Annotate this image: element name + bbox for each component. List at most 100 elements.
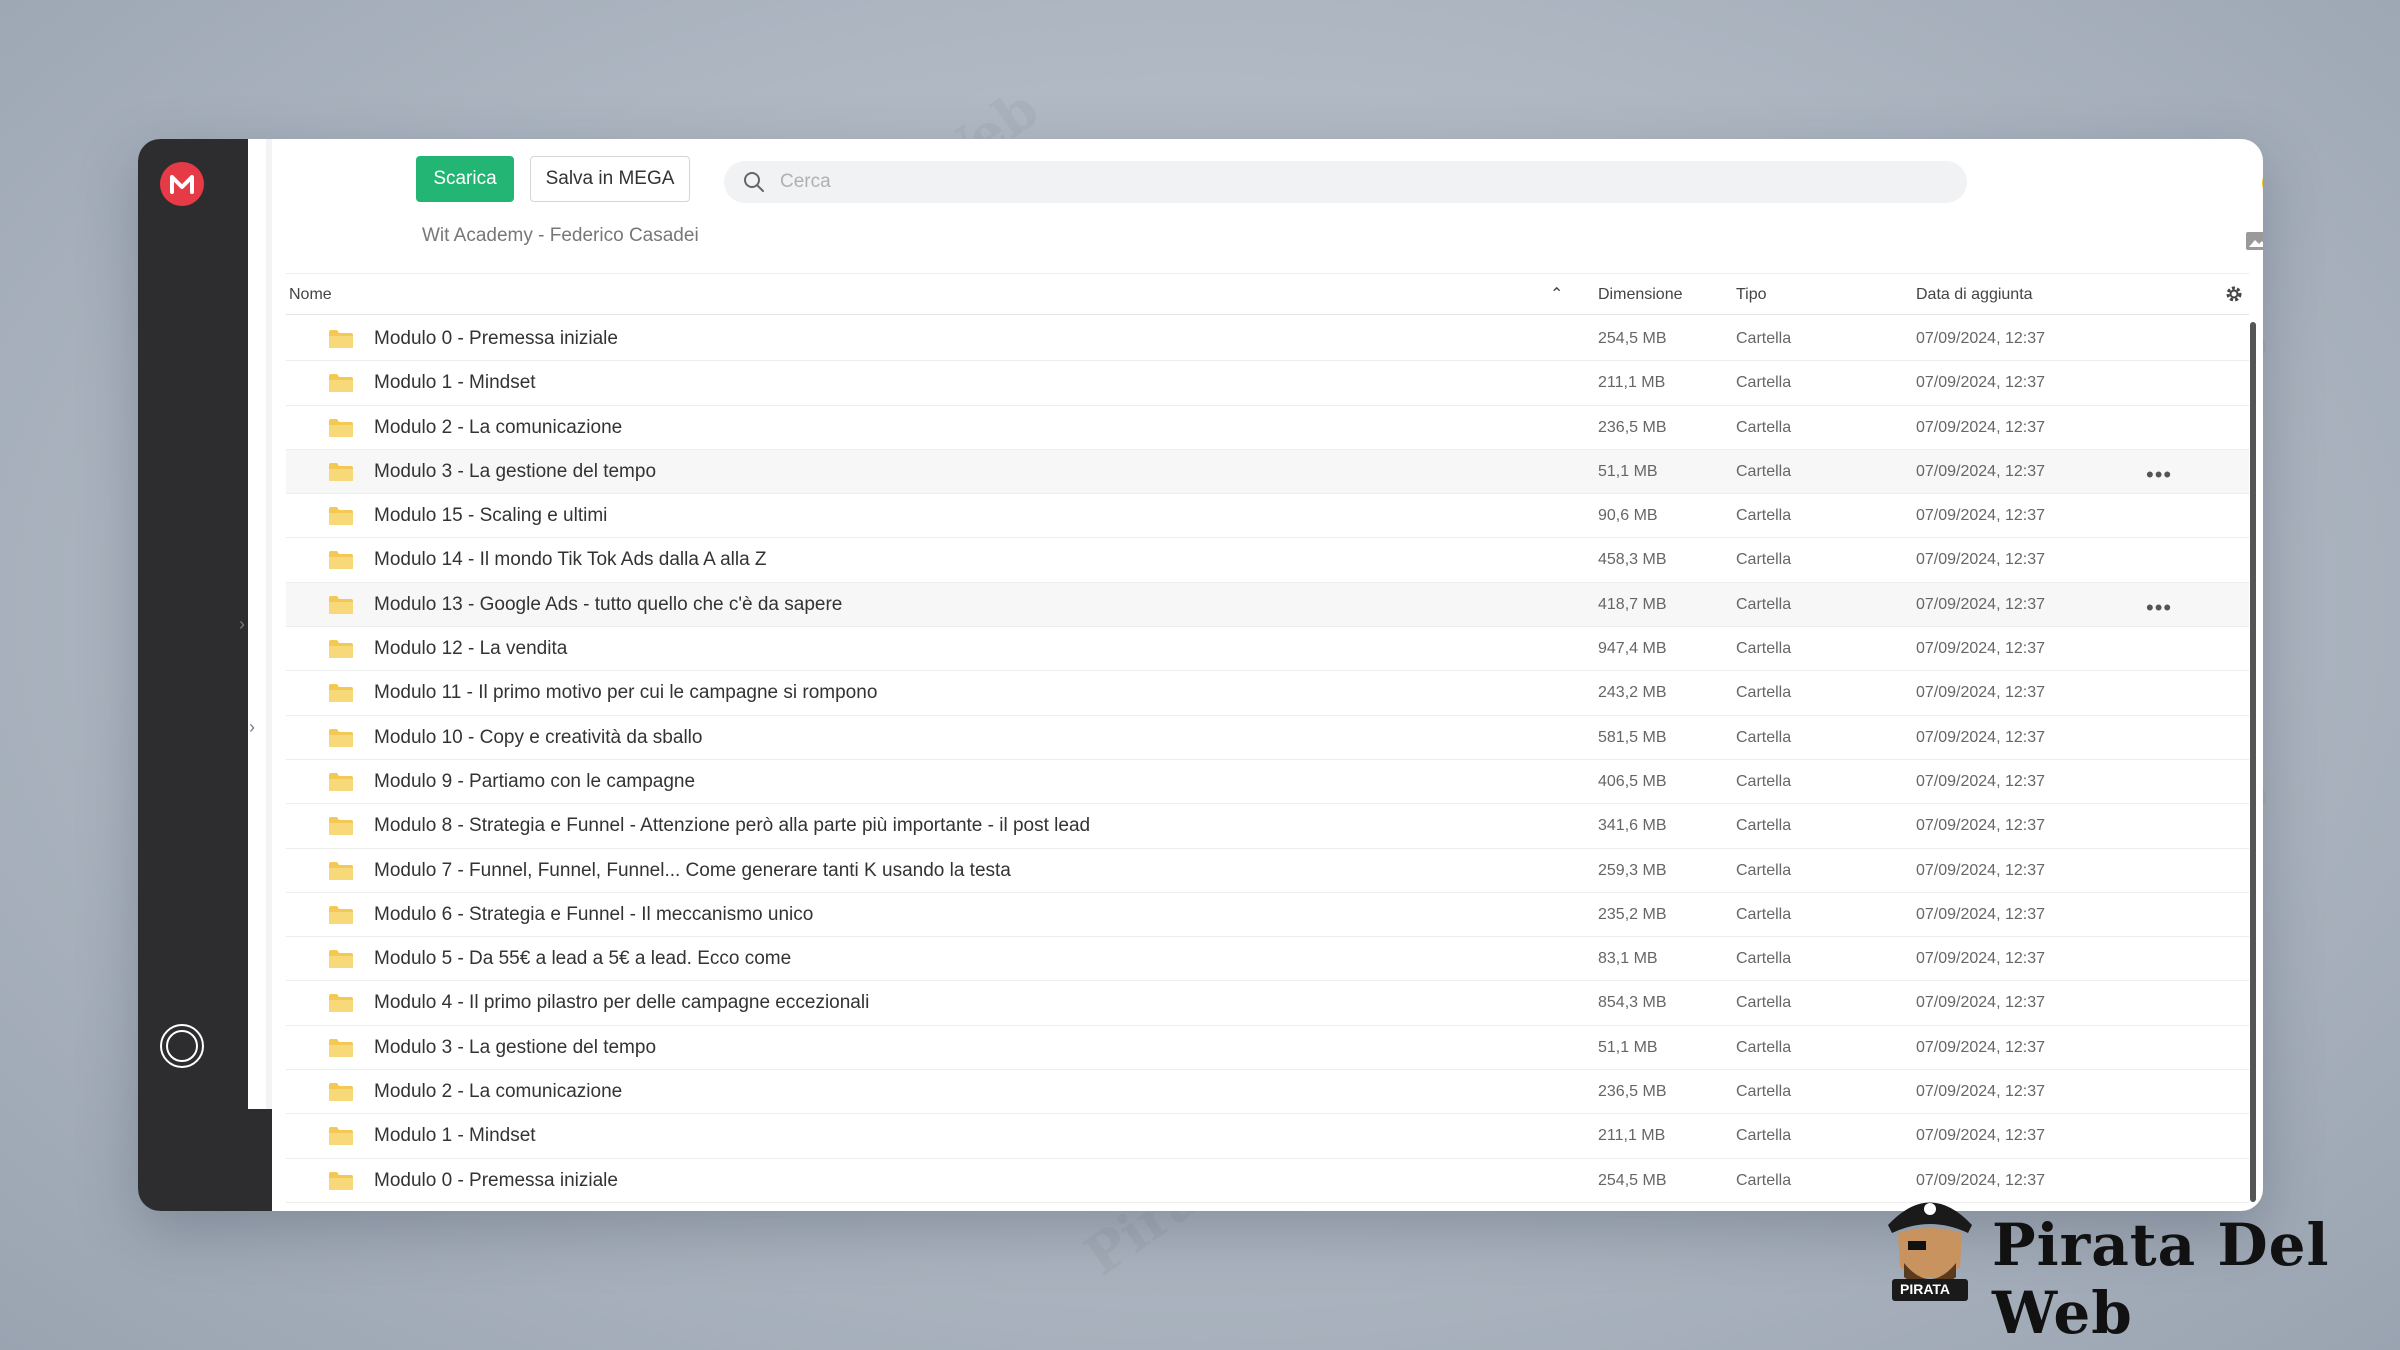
file-name[interactable]: Modulo 3 - La gestione del tempo [374,461,656,483]
folder-icon [329,861,353,880]
file-name[interactable]: Modulo 6 - Strategia e Funnel - Il mecca… [374,904,813,926]
table-row[interactable]: Modulo 9 - Partiamo con le campagne 406,5… [286,760,2249,805]
file-name[interactable]: Modulo 0 - Premessa iniziale [374,328,618,350]
table-row[interactable]: Modulo 1 - Mindset 211,1 MB Cartella 07/09/… [286,361,2249,406]
table-row[interactable]: Modulo 2 - La comunicazione 236,5 MB Carte… [286,1070,2249,1115]
folder-icon [329,595,353,614]
file-type: Cartella [1736,1127,1792,1145]
column-type-header[interactable]: Tipo [1736,286,1767,304]
file-type: Cartella [1736,1083,1792,1101]
panel-strip-dark [248,1109,272,1211]
search-input[interactable] [780,171,1880,193]
file-name[interactable]: Modulo 5 - Da 55€ a lead a 5€ a lead. Ec… [374,948,791,970]
file-date: 07/09/2024, 12:37 [1916,330,2046,347]
file-size: 254,5 MB [1598,1171,1667,1189]
file-date: 07/09/2024, 12:37 [1916,994,2046,1012]
table-row[interactable]: Modulo 5 - Da 55€ a lead a 5€ a lead. Ec… [286,937,2249,982]
table-row[interactable]: Modulo 4 - Il primo pilastro per delle c… [286,981,2249,1026]
file-date: 07/09/2024, 12:37 [1916,905,2046,923]
pirate-badge: PIRATA [1900,1281,1951,1297]
file-date: 07/09/2024, 12:37 [1916,728,2046,746]
pirata-brand: PIRATA Pirata Del Web [1880,1185,2340,1347]
file-name[interactable]: Modulo 11 - Il primo motivo per cui le c… [374,682,877,704]
file-name[interactable]: Modulo 15 - Scaling e ultimi [374,505,607,527]
folder-icon [329,1083,353,1102]
file-name[interactable]: Modulo 7 - Funnel, Funnel, Funnel... Com… [374,860,1011,882]
panel-strip [248,139,266,1109]
file-type: Cartella [1736,595,1792,613]
file-type: Cartella [1736,728,1792,746]
file-name[interactable]: Modulo 3 - La gestione del tempo [374,1037,656,1059]
mega-logo[interactable] [160,162,204,206]
column-settings-icon[interactable] [2223,283,2245,310]
table-row[interactable]: Modulo 1 - Mindset 211,1 MB Cartella 07/09/… [286,1114,2249,1159]
table-row[interactable]: Modulo 0 - Premessa iniziale 254,5 MB Cart… [286,317,2249,362]
table-row[interactable]: Modulo 6 - Strategia e Funnel - Il mecca… [286,893,2249,938]
column-size-header[interactable]: Dimensione [1598,286,1682,304]
expand-sidebar-icon[interactable]: › [234,613,250,635]
column-name-header[interactable]: Nome [289,286,332,304]
search-bar[interactable] [724,161,1967,203]
table-row[interactable]: Modulo 12 - La vendita 947,4 MB Cartella 07… [286,627,2249,672]
file-name[interactable]: Modulo 9 - Partiamo con le campagne [374,771,695,793]
help-button[interactable] [160,1024,204,1068]
file-name[interactable]: Modulo 2 - La comunicazione [374,417,622,439]
file-type: Cartella [1736,374,1792,392]
file-name[interactable]: Modulo 1 - Mindset [374,372,536,394]
table-row[interactable]: Modulo 7 - Funnel, Funnel, Funnel... Com… [286,849,2249,893]
folder-icon [329,905,353,924]
sort-ascending-icon[interactable]: ⌃ [1550,284,1563,304]
mega-window: › › Scarica Salva in MEGA E Wit Academy … [138,139,2263,1211]
folder-icon [329,1171,353,1190]
file-type: Cartella [1736,418,1792,436]
expand-panel-icon[interactable]: › [244,716,260,738]
file-size: 211,1 MB [1598,1127,1666,1145]
table-row[interactable]: Modulo 14 - Il mondo Tik Tok Ads dalla A… [286,538,2249,583]
file-name[interactable]: Modulo 13 - Google Ads - tutto quello ch… [374,594,842,616]
save-to-mega-button[interactable]: Salva in MEGA [530,156,690,202]
file-name[interactable]: Modulo 2 - La comunicazione [374,1081,622,1103]
scrollbar[interactable] [2250,322,2256,1202]
file-date: 07/09/2024, 12:37 [1916,950,2046,968]
file-size: 211,1 MB [1598,374,1666,392]
folder-icon [329,1038,353,1057]
folder-icon [329,994,353,1013]
table-row[interactable]: Modulo 3 - La gestione del tempo 51,1 MB C… [286,449,2249,495]
avatar[interactable]: E [2262,167,2263,199]
file-name[interactable]: Modulo 10 - Copy e creatività da sballo [374,727,702,749]
table-row[interactable]: Modulo 8 - Strategia e Funnel - Attenzio… [286,804,2249,849]
file-list: Modulo 0 - Premessa iniziale 254,5 MB Cart… [286,317,2249,1203]
file-size: 418,7 MB [1598,595,1667,613]
table-row[interactable]: Modulo 11 - Il primo motivo per cui le c… [286,671,2249,716]
file-name[interactable]: Modulo 12 - La vendita [374,638,567,660]
file-name[interactable]: Modulo 8 - Strategia e Funnel - Attenzio… [374,815,1090,837]
file-size: 51,1 MB [1598,462,1658,480]
file-size: 236,5 MB [1598,1083,1667,1101]
folder-icon [329,950,353,969]
image-view-icon[interactable] [2244,228,2263,254]
file-name[interactable]: Modulo 1 - Mindset [374,1125,536,1147]
folder-icon [329,1127,353,1146]
file-name[interactable]: Modulo 14 - Il mondo Tik Tok Ads dalla A… [374,549,767,571]
table-row[interactable]: Modulo 2 - La comunicazione 236,5 MB Carte… [286,406,2249,450]
row-more-icon[interactable]: ••• [2146,595,2172,621]
file-date: 07/09/2024, 12:37 [1916,1038,2046,1056]
file-name[interactable]: Modulo 0 - Premessa iniziale [374,1170,618,1192]
file-name[interactable]: Modulo 4 - Il primo pilastro per delle c… [374,992,869,1014]
table-row[interactable]: Modulo 13 - Google Ads - tutto quello ch… [286,582,2249,628]
file-type: Cartella [1736,772,1792,790]
file-size: 235,2 MB [1598,905,1667,923]
folder-icon [329,817,353,836]
column-date-header[interactable]: Data di aggiunta [1916,286,2033,304]
table-row[interactable]: Modulo 3 - La gestione del tempo 51,1 MB C… [286,1026,2249,1071]
file-type: Cartella [1736,507,1792,525]
file-date: 07/09/2024, 12:37 [1916,1127,2046,1145]
table-row[interactable]: Modulo 10 - Copy e creatività da sballo 5… [286,716,2249,760]
download-button[interactable]: Scarica [416,156,514,202]
file-date: 07/09/2024, 12:37 [1916,640,2046,658]
row-more-icon[interactable]: ••• [2146,462,2172,488]
breadcrumb[interactable]: Wit Academy - Federico Casadei [422,225,699,247]
file-type: Cartella [1736,1171,1792,1189]
file-type: Cartella [1736,994,1792,1012]
table-row[interactable]: Modulo 15 - Scaling e ultimi 90,6 MB Carte… [286,494,2249,539]
